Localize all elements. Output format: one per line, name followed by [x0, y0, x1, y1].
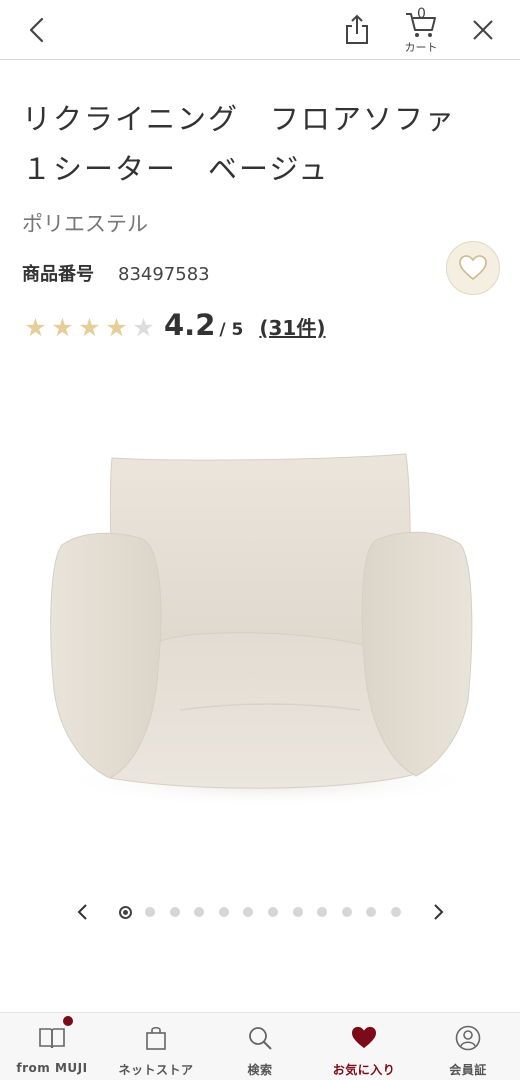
favorite-button[interactable]	[446, 241, 500, 295]
nav-item-from-muji[interactable]: from MUJI	[0, 1013, 104, 1080]
app-header: 0 カート	[0, 0, 520, 60]
product-number-label: 商品番号	[22, 264, 94, 285]
carousel-dot[interactable]	[218, 907, 229, 917]
nav-label-net-store: ネットストア	[118, 1063, 194, 1077]
close-icon	[473, 20, 493, 40]
rating-row: ★ ★ ★ ★ ★ 4.2 / 5 (31件)	[22, 308, 325, 348]
close-button[interactable]	[460, 0, 506, 60]
nav-label-member-card: 会員証	[449, 1063, 487, 1077]
product-title-line1: リクライニング フロアソファ	[22, 102, 457, 136]
carousel-dot[interactable]	[292, 907, 303, 917]
product-title-line2: １シーター ベージュ	[22, 152, 330, 186]
product-number-value: 83497583	[118, 264, 210, 285]
carousel-dot[interactable]	[267, 907, 278, 917]
shopping-bag-icon	[146, 1026, 166, 1050]
nav-label-favorites: お気に入り	[332, 1063, 396, 1077]
carousel-prev-button[interactable]	[66, 896, 98, 928]
carousel-dot[interactable]	[390, 907, 401, 917]
nav-label-from-muji: from MUJI	[16, 1061, 88, 1075]
carousel-dot[interactable]	[145, 907, 155, 917]
back-button[interactable]	[14, 0, 60, 60]
star-icon: ★	[132, 313, 155, 342]
product-title: リクライニング フロアソファ １シーター ベージュ	[22, 94, 492, 194]
chevron-left-icon	[77, 904, 87, 920]
rating-max: / 5	[219, 320, 244, 340]
nav-item-search[interactable]: 検索	[208, 1013, 312, 1080]
heart-outline-icon	[459, 255, 487, 281]
carousel-dot[interactable]	[194, 907, 205, 917]
product-material: ポリエステル	[22, 212, 148, 236]
star-icon: ★	[24, 313, 47, 342]
book-icon	[39, 1028, 65, 1049]
chevron-left-icon	[29, 17, 44, 43]
notification-badge	[63, 1016, 73, 1026]
nav-item-member-card[interactable]: 会員証	[416, 1013, 520, 1080]
rating-stars: ★ ★ ★ ★ ★	[22, 313, 157, 343]
share-icon	[346, 14, 368, 44]
review-count-link[interactable]: (31件)	[259, 312, 325, 341]
cart-label: カート	[404, 41, 438, 54]
rating-value: 4.2	[164, 308, 216, 342]
carousel-dot[interactable]	[317, 907, 328, 917]
carousel-dots	[118, 905, 416, 919]
star-icon: ★	[105, 313, 128, 342]
nav-label-search: 検索	[247, 1063, 273, 1077]
heart-icon	[352, 1026, 376, 1049]
chevron-right-icon	[434, 904, 444, 920]
carousel-dot[interactable]	[366, 907, 377, 917]
star-icon: ★	[51, 313, 74, 342]
cart-icon	[406, 13, 436, 37]
nav-item-net-store[interactable]: ネットストア	[104, 1013, 208, 1080]
nav-item-favorites[interactable]: お気に入り	[312, 1013, 416, 1080]
star-icon: ★	[78, 313, 101, 342]
share-button[interactable]	[334, 0, 380, 60]
carousel-dot[interactable]	[169, 907, 180, 917]
search-icon	[249, 1027, 272, 1050]
cart-button[interactable]: 0 カート	[396, 0, 446, 60]
bottom-navigation: from MUJI ネットストア 検索 お気に入り 会員証	[0, 1012, 520, 1080]
carousel-dot[interactable]	[243, 907, 254, 917]
carousel-dot[interactable]	[341, 907, 352, 917]
member-icon	[455, 1025, 481, 1051]
carousel-next-button[interactable]	[423, 896, 455, 928]
product-image[interactable]	[40, 440, 490, 820]
product-number: 商品番号 83497583	[22, 260, 210, 286]
carousel-dot[interactable]	[119, 905, 132, 919]
